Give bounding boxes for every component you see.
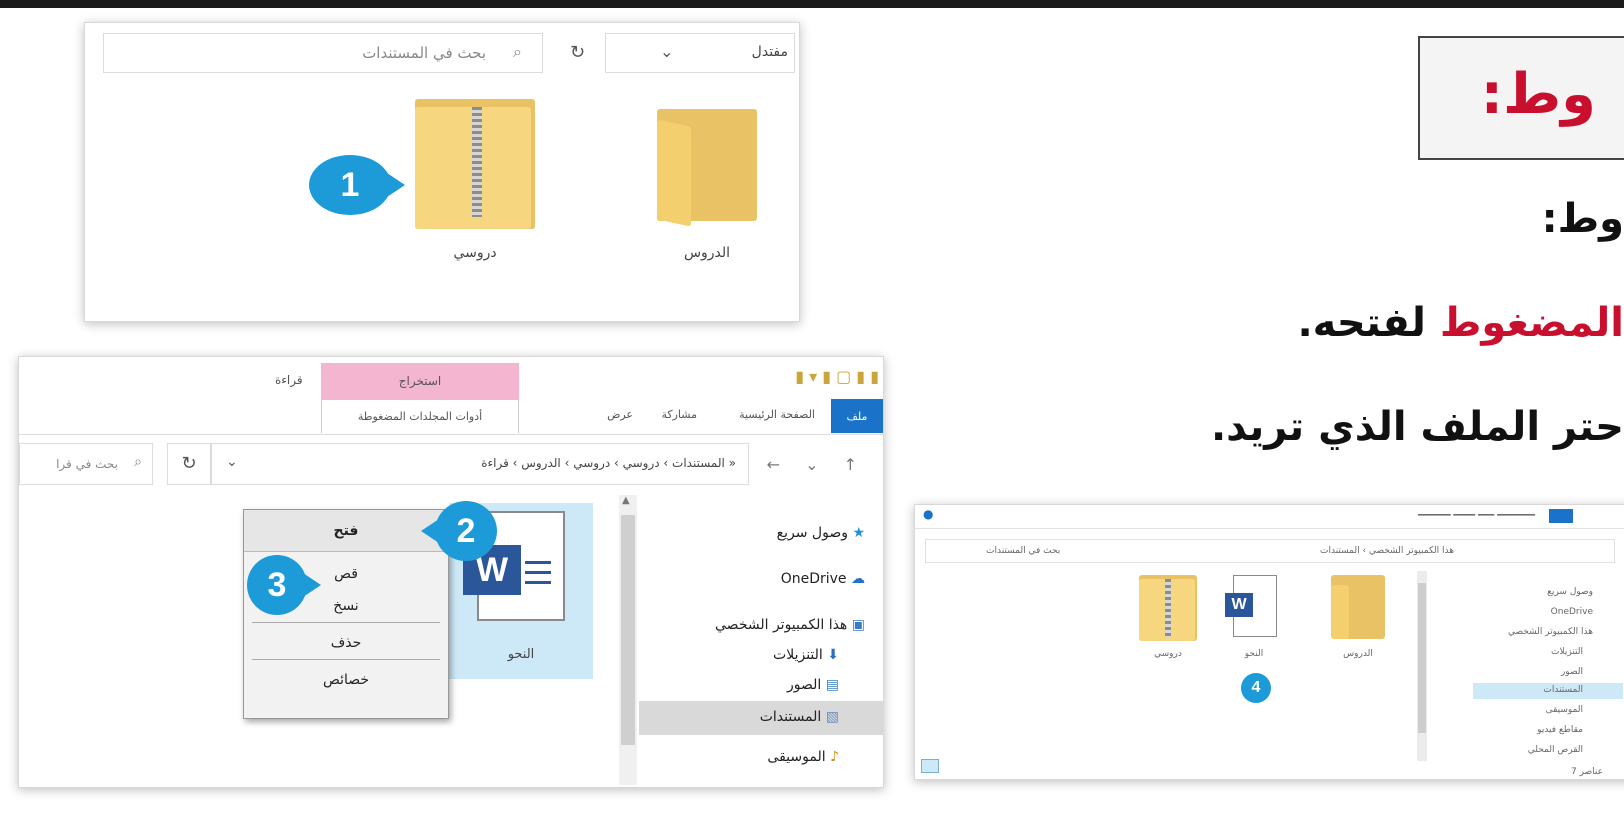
explorer-window-2: استخراج قراءة ▮ ▾ ▮ ▢ ▮ ▮ ملف الصفحة الر… [18, 356, 884, 788]
ribbon-tabs: ملف الصفحة الرئيسية مشاركة عرض أدوات الم… [19, 399, 883, 435]
nav-item-this-pc[interactable]: هذا الكمبيوتر الشخصي [1508, 627, 1593, 637]
zipper-icon [472, 107, 482, 217]
nav-item-downloads[interactable]: ⬇ التنزيلات [773, 647, 839, 663]
scrollbar[interactable]: ▲ [619, 495, 637, 785]
search-box[interactable]: ⌕ بحث في قرا [19, 443, 153, 485]
nav-item-local-disk[interactable]: القرص المحلي [1528, 745, 1583, 755]
explorer-window-1: مفتدل ⌄ ↻ ⌕ بحث في المستندات دروسي الدرو… [84, 22, 800, 322]
status-text: 7 عناصر [1570, 767, 1603, 777]
zip-folder-label: دروسي [1154, 649, 1182, 659]
address-text: مفتدل [751, 44, 788, 60]
step-badge-3: 3 [247, 555, 321, 615]
folder-label: الدروس [1343, 649, 1373, 659]
chevron-down-icon[interactable]: ⌄ [660, 42, 673, 61]
word-file-item[interactable]: W النحو [1219, 575, 1289, 665]
nav-item-pictures[interactable]: الصور [1561, 667, 1583, 677]
breadcrumb: « المستندات › دروسي › دروسي › الدروس › ق… [481, 456, 736, 470]
scrollbar[interactable] [1417, 571, 1427, 761]
nav-pane: ★ وصول سريع ☁ OneDrive ▣ هذا الكمبيوتر ا… [639, 495, 883, 787]
instruction-line-2: المضغوط لفتحه. [1297, 300, 1624, 346]
instruction-line-1: وط: [1541, 196, 1624, 242]
breadcrumb: هذا الكمبيوتر الشخصي › المستندات [1320, 546, 1454, 556]
top-border [0, 0, 1624, 8]
tab-home[interactable]: الصفحة الرئيسية [739, 408, 815, 421]
nav-item-quick-access[interactable]: ★ وصول سريع [777, 525, 865, 541]
explorer-window-3: ● ━━━━━━ ━━━━ ━━━ ━━━━━━━ هذا الكمبيوتر … [914, 504, 1624, 780]
word-logo-icon: W [1225, 593, 1253, 617]
music-icon: ♪ [830, 749, 839, 765]
search-placeholder: بحث في المستندات [362, 44, 486, 62]
tab-view[interactable]: عرض [607, 408, 633, 421]
zip-folder-item[interactable]: دروسي [405, 93, 565, 293]
folder-item[interactable]: الدروس [647, 93, 767, 293]
help-icon[interactable]: ● [923, 507, 933, 521]
menu-item-properties[interactable]: خصائص [244, 664, 448, 696]
folder-item[interactable]: الدروس [1323, 575, 1393, 665]
nav-item-this-pc[interactable]: ▣ هذا الكمبيوتر الشخصي [715, 617, 865, 633]
step-badge-1: 1 [309, 155, 405, 215]
word-file-label: النحو [1244, 649, 1264, 659]
menu-item-delete[interactable]: حذف [244, 627, 448, 659]
star-icon: ★ [852, 525, 865, 541]
refresh-icon[interactable]: ↻ [570, 42, 585, 63]
view-toggle-icon[interactable] [921, 759, 939, 773]
nav-item-documents[interactable]: ▧ المستندات [760, 709, 839, 725]
nav-item-music[interactable]: ♪ الموسيقى [767, 749, 839, 765]
menu-item-open[interactable]: فتح [244, 510, 448, 552]
cloud-icon: ☁ [851, 571, 865, 587]
search-placeholder: بحث في المستندات [986, 546, 1061, 556]
refresh-button[interactable]: ↻ [167, 443, 211, 485]
word-file-label: النحو [507, 647, 535, 662]
tab-compressed-tools[interactable]: أدوات المجلدات المضغوطة [321, 399, 519, 433]
nav-item-onedrive[interactable]: ☁ OneDrive [781, 571, 865, 587]
step-badge-4: 4 [1241, 673, 1271, 703]
contextual-tab[interactable]: استخراج [321, 363, 519, 399]
nav-item-music[interactable]: الموسيقى [1546, 705, 1583, 715]
nav-item-onedrive[interactable]: OneDrive [1551, 607, 1593, 617]
quick-access-toolbar: ▮ ▾ ▮ ▢ ▮ ▮ [795, 367, 879, 386]
tab-file[interactable]: ملف [831, 399, 883, 433]
search-placeholder: بحث في قرا [56, 457, 118, 471]
nav-item-downloads[interactable]: التنزيلات [1551, 647, 1583, 657]
title-text: وط: [1480, 62, 1596, 127]
pictures-icon: ▤ [825, 677, 839, 693]
address-bar[interactable]: « المستندات › دروسي › دروسي › الدروس › ق… [211, 443, 749, 485]
chevron-down-icon[interactable]: ⌄ [226, 454, 238, 470]
search-box[interactable]: ⌕ بحث في المستندات [103, 33, 543, 73]
tab-file[interactable] [1549, 509, 1573, 523]
zip-folder-item[interactable]: دروسي [1133, 575, 1203, 665]
read-label: قراءة [275, 373, 303, 387]
scroll-up-icon[interactable]: ▲ [622, 495, 630, 506]
download-icon: ⬇ [827, 647, 839, 663]
documents-icon: ▧ [825, 709, 839, 725]
step-badge-2: 2 [421, 501, 497, 561]
nav-item-documents[interactable]: المستندات [1543, 685, 1583, 695]
instruction-line-3: حتر الملف الذي تريد. [1210, 404, 1624, 450]
nav-item-videos[interactable]: مقاطع فيديو [1537, 725, 1583, 735]
title-box: وط: [1418, 36, 1624, 160]
search-icon: ⌕ [134, 454, 142, 470]
nav-item-quick-access[interactable]: وصول سريع [1547, 587, 1593, 597]
zip-folder-label: دروسي [453, 245, 497, 261]
tab-share[interactable]: مشاركة [661, 408, 697, 421]
address-bar[interactable]: مفتدل ⌄ ↻ [570, 33, 795, 73]
zipper-icon [1165, 579, 1171, 637]
search-icon: ⌕ [513, 42, 522, 61]
folder-label: الدروس [683, 245, 731, 261]
nav-item-pictures[interactable]: ▤ الصور [787, 677, 839, 693]
computer-icon: ▣ [851, 617, 865, 633]
